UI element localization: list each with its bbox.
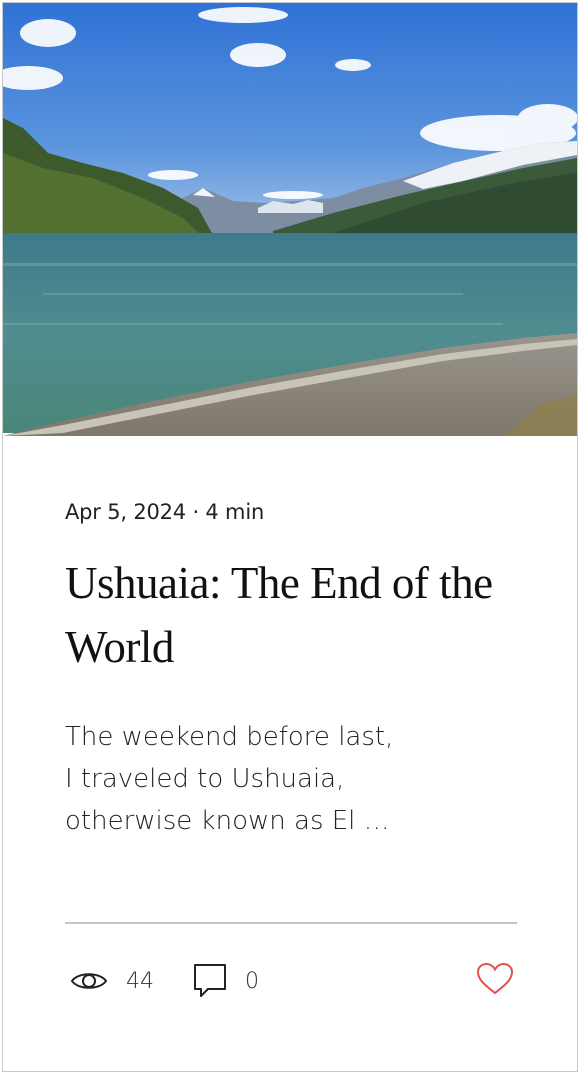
excerpt-line: otherwise known as El …: [65, 806, 390, 836]
post-meta: Apr 5, 2024 · 4 min: [65, 500, 264, 524]
eye-icon: [70, 967, 108, 995]
comment-icon: [193, 963, 227, 999]
meta-separator: ·: [192, 500, 199, 524]
views-stat: 44: [70, 959, 154, 1003]
post-title[interactable]: Ushuaia: The End of the World: [65, 551, 525, 679]
post-excerpt[interactable]: The weekend before last, I traveled to U…: [65, 716, 425, 842]
divider: [65, 922, 517, 924]
post-stats: 44 0: [65, 959, 517, 1003]
read-time: 4 min: [205, 500, 265, 524]
comments-count: 0: [245, 968, 259, 994]
comments-stat[interactable]: 0: [193, 959, 259, 1003]
excerpt-line: I traveled to Ushuaia,: [65, 764, 345, 794]
excerpt-line: The weekend before last,: [65, 722, 394, 752]
cover-image[interactable]: [3, 3, 577, 436]
blog-post-card[interactable]: Apr 5, 2024 · 4 min Ushuaia: The End of …: [2, 2, 578, 1072]
like-button[interactable]: [473, 959, 517, 1003]
heart-icon: [476, 962, 514, 1001]
views-count: 44: [126, 968, 154, 994]
post-date: Apr 5, 2024: [65, 500, 186, 524]
